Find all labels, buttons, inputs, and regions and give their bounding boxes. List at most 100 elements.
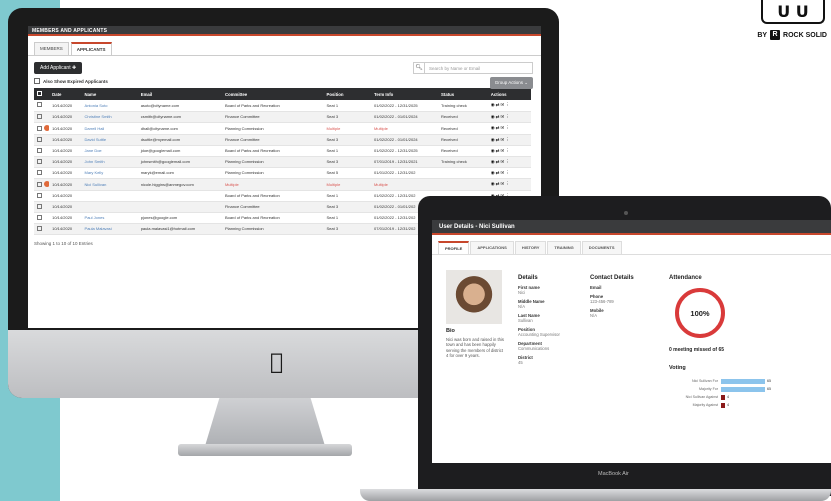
cell-status: Received bbox=[438, 122, 488, 135]
byline-by: BY bbox=[757, 31, 768, 39]
cell-name[interactable]: Darrell Hall bbox=[81, 122, 138, 135]
cell-name[interactable]: Mary Kelly bbox=[81, 167, 138, 179]
brand-byline: BY R ROCK SOLID bbox=[757, 30, 827, 40]
cell-name[interactable]: Paul Jones bbox=[81, 212, 138, 224]
more-icon[interactable]: ⋮ bbox=[505, 170, 511, 175]
row-checkbox[interactable] bbox=[37, 169, 42, 175]
table-row[interactable]: 10/14/2020 Mary Kelly maryk@email.com Plann… bbox=[34, 167, 531, 179]
more-icon[interactable]: ⋮ bbox=[505, 137, 511, 142]
tab-profile[interactable]: PROFILE bbox=[438, 241, 470, 254]
cell-term: 01/02/2022 - 12/31/2025 bbox=[371, 145, 439, 157]
row-checkbox[interactable] bbox=[37, 203, 42, 209]
bio-heading: Bio bbox=[446, 328, 455, 334]
contact-section: Contact Details Email Phone 123-456-789 Mob… bbox=[590, 275, 634, 318]
vote-bar bbox=[721, 378, 765, 384]
cell-name[interactable]: Jane Doe bbox=[81, 145, 138, 157]
tab-documents[interactable]: DOCUMENTS bbox=[581, 241, 622, 254]
tab-training[interactable]: TRAINING bbox=[547, 241, 581, 254]
more-icon[interactable]: ⋮ bbox=[505, 125, 511, 130]
table-row[interactable]: 10/14/2020 Jane Doe jdoe@googlemail.com Boa… bbox=[34, 145, 531, 157]
collapse-icon[interactable] bbox=[44, 180, 50, 187]
row-checkbox[interactable] bbox=[37, 225, 42, 231]
cell-status bbox=[438, 178, 488, 191]
column-status[interactable]: Status bbox=[438, 88, 488, 100]
table-row[interactable]: 10/14/2020 Christine Smith csmith@cityname… bbox=[34, 111, 531, 123]
cell-committee: Planning Commission bbox=[221, 223, 324, 235]
add-applicant-button[interactable]: Add Applicant ✚ bbox=[34, 62, 83, 74]
laptop-base bbox=[360, 489, 831, 501]
row-checkbox[interactable] bbox=[37, 136, 42, 142]
field-value: Communications bbox=[518, 346, 550, 351]
tab-applicants[interactable]: APPLICANTS bbox=[70, 42, 112, 55]
cell-date: 10/14/2020 bbox=[49, 111, 82, 123]
table-header: Date Name Email Committee Position Term … bbox=[34, 88, 531, 100]
company-name: ROCK SOLID bbox=[783, 31, 827, 39]
cell-status bbox=[438, 167, 488, 179]
more-icon[interactable]: ⋮ bbox=[505, 181, 511, 186]
row-actions: ◉⇄✉⋮ bbox=[487, 145, 531, 157]
table-row[interactable]: 10/14/2020 Darrell Hall dhall@cityname.com… bbox=[34, 122, 531, 135]
more-icon[interactable]: ⋮ bbox=[505, 102, 511, 107]
table-row[interactable]: 10/14/2020 Nici Sullivan nicole.higgins@an… bbox=[34, 178, 531, 191]
cell-name[interactable]: Antonia Soto bbox=[81, 100, 138, 112]
row-checkbox[interactable] bbox=[37, 102, 42, 108]
cell-status: Training check bbox=[438, 156, 488, 168]
field-value: N/A bbox=[590, 313, 597, 318]
cell-position: Multiple bbox=[323, 122, 372, 135]
search-input[interactable]: Search by Name or Email bbox=[425, 62, 533, 74]
profile-photo bbox=[446, 270, 502, 324]
table-row[interactable]: 10/14/2020 John Smith johnsmith@googlemail… bbox=[34, 156, 531, 168]
cell-name[interactable] bbox=[81, 190, 138, 202]
column-position[interactable]: Position bbox=[323, 88, 372, 100]
cell-position: Seat 3 bbox=[323, 201, 372, 213]
cell-status: Training check bbox=[438, 100, 488, 112]
tab-history[interactable]: HISTORY bbox=[514, 241, 547, 254]
select-all-checkbox[interactable] bbox=[34, 88, 50, 100]
row-checkbox[interactable] bbox=[37, 181, 42, 187]
row-checkbox[interactable] bbox=[37, 158, 42, 164]
tab-members[interactable]: MEMBERS bbox=[34, 42, 69, 55]
tab-applications[interactable]: APPLICATIONS bbox=[470, 241, 514, 254]
column-committee[interactable]: Committee bbox=[221, 88, 324, 100]
cell-position: Seat 1 bbox=[323, 190, 372, 202]
row-checkbox[interactable] bbox=[37, 147, 42, 153]
cell-position: Seat 3 bbox=[323, 111, 372, 123]
vote-bar bbox=[721, 402, 725, 408]
cell-name[interactable]: Paula Malavasi bbox=[81, 223, 138, 235]
cell-name[interactable]: David Suttle bbox=[81, 134, 138, 146]
table-row[interactable]: 10/14/2020 Antonia Soto asoto@cityname.com… bbox=[34, 100, 531, 112]
more-icon[interactable]: ⋮ bbox=[505, 159, 511, 164]
column-term-info[interactable]: Term Info bbox=[371, 88, 439, 100]
cell-term: Multiple bbox=[371, 178, 439, 191]
row-checkbox-cell bbox=[34, 167, 50, 179]
cell-term: 01/02/2022 - 01/01/2024 bbox=[371, 111, 439, 123]
cell-committee: Board of Parks and Recreation bbox=[221, 145, 324, 157]
column-name[interactable]: Name bbox=[81, 88, 138, 100]
cell-name[interactable] bbox=[81, 201, 138, 213]
cell-email: johnsmith@googlemail.com bbox=[137, 156, 222, 168]
row-checkbox[interactable] bbox=[37, 192, 42, 198]
group-actions-button[interactable]: Group Actions ⌄ bbox=[489, 77, 533, 89]
column-date[interactable]: Date bbox=[49, 88, 82, 100]
collapse-icon[interactable] bbox=[44, 124, 50, 131]
search-icon[interactable]: 🔍︎ bbox=[413, 62, 425, 74]
cell-status: Received bbox=[438, 111, 488, 123]
expired-toggle[interactable]: Also Show Expired Applicants bbox=[34, 78, 108, 84]
row-checkbox-cell bbox=[34, 212, 50, 224]
cell-name[interactable]: John Smith bbox=[81, 156, 138, 168]
cell-committee: Planning Commission bbox=[221, 167, 324, 179]
row-checkbox-cell bbox=[34, 111, 50, 123]
cell-name[interactable]: Christine Smith bbox=[81, 111, 138, 123]
row-checkbox[interactable] bbox=[37, 113, 42, 119]
table-row[interactable]: 10/14/2020 David Suttle dsuttle@myemail.co… bbox=[34, 134, 531, 146]
cell-name[interactable]: Nici Sullivan bbox=[81, 178, 138, 191]
voting-heading: Voting bbox=[669, 365, 686, 371]
cell-email: dsuttle@myemail.com bbox=[137, 134, 222, 146]
more-icon[interactable]: ⋮ bbox=[505, 114, 511, 119]
column-email[interactable]: Email bbox=[137, 88, 222, 100]
row-actions: ◉⇄✉⋮ bbox=[487, 111, 531, 123]
row-checkbox[interactable] bbox=[37, 125, 42, 131]
row-checkbox[interactable] bbox=[37, 214, 42, 220]
expired-checkbox[interactable] bbox=[34, 78, 40, 84]
more-icon[interactable]: ⋮ bbox=[505, 148, 511, 153]
